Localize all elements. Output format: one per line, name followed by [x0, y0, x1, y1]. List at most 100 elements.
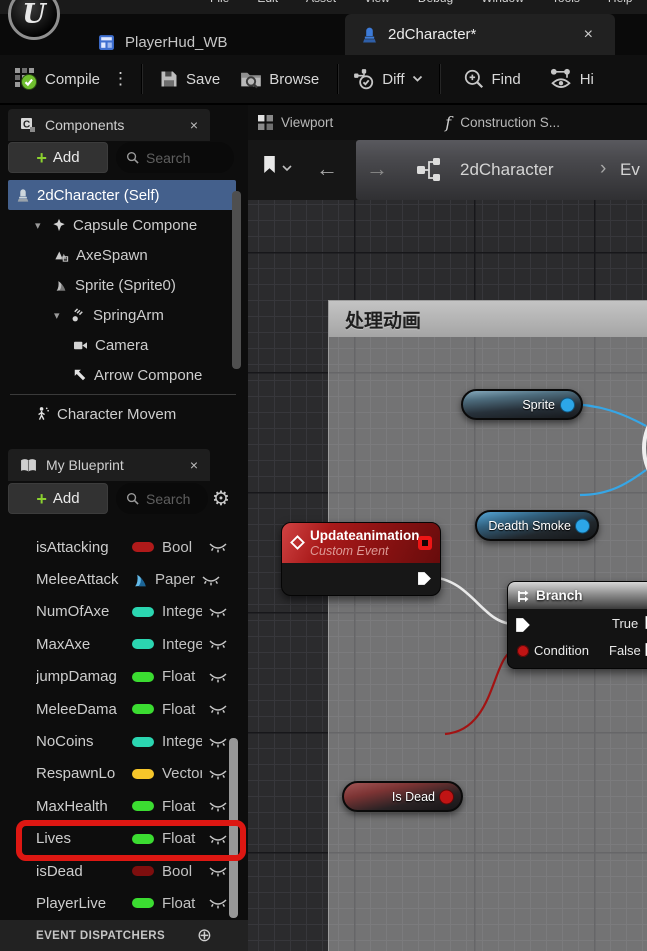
- eye-closed-icon[interactable]: [208, 799, 228, 813]
- gear-icon[interactable]: ⚙: [212, 486, 230, 511]
- variable-row[interactable]: MeleeAttackPaper F: [8, 563, 236, 595]
- variable-name: MaxHealth: [36, 798, 132, 815]
- node-updateanimation-event[interactable]: Updateanimation Custom Event: [281, 522, 441, 596]
- back-arrow-icon[interactable]: ←: [316, 156, 338, 182]
- eye-closed-icon[interactable]: [208, 540, 228, 554]
- blueprint-graph-canvas[interactable]: 处理动画 Sprite Deadth Smoke Updateanimation: [248, 200, 647, 951]
- comment-title[interactable]: 处理动画: [329, 301, 647, 337]
- menu-item-view[interactable]: View: [364, 0, 390, 5]
- add-event-dispatcher-icon[interactable]: ⊕: [197, 925, 212, 946]
- bookmark-chevron-icon[interactable]: [282, 165, 292, 172]
- menu-item-asset[interactable]: Asset: [306, 0, 336, 5]
- tab-2dcharacter[interactable]: 2dCharacter* ×: [345, 14, 615, 55]
- branch-title: Branch: [536, 588, 583, 603]
- save-button[interactable]: Save: [159, 62, 220, 96]
- menu-bar: File Edit Asset View Debug Window Tools Help: [0, 0, 647, 14]
- variable-row[interactable]: NoCoinsInteger: [8, 725, 236, 757]
- eye-closed-icon[interactable]: [208, 864, 228, 878]
- variable-type-label: Integer: [162, 603, 202, 620]
- event-subtitle: Custom Event: [310, 544, 432, 559]
- is-dead-output-pin[interactable]: [440, 790, 453, 803]
- find-button[interactable]: Find: [463, 62, 521, 96]
- branch-exec-input-pin[interactable]: [514, 617, 532, 633]
- component-tree-item[interactable]: AxeSpawn: [8, 240, 236, 270]
- component-tree-item[interactable]: 2dCharacter (Self): [8, 180, 236, 210]
- component-tree-item[interactable]: Arrow Compone: [8, 360, 236, 390]
- menu-item-file[interactable]: File: [210, 0, 229, 5]
- components-panel-tab[interactable]: C Components ×: [8, 109, 210, 141]
- variable-row[interactable]: MaxAxeInteger: [8, 628, 236, 660]
- variable-row[interactable]: NumOfAxeInteger: [8, 596, 236, 628]
- my-blueprint-panel-tab[interactable]: My Blueprint ×: [8, 449, 210, 481]
- components-scrollbar[interactable]: [232, 191, 241, 369]
- sprite-output-pin[interactable]: [561, 398, 574, 411]
- variable-type-pill: [132, 866, 154, 876]
- breadcrumb-root[interactable]: 2dCharacter: [460, 160, 554, 180]
- event-dispatchers-label: EVENT DISPATCHERS: [36, 930, 165, 942]
- tab-construction-script[interactable]: f Construction S...: [445, 106, 560, 140]
- compile-button[interactable]: Compile: [14, 62, 100, 96]
- menu-item-debug[interactable]: Debug: [418, 0, 453, 5]
- branch-true-label: True: [612, 616, 638, 631]
- search-placeholder: Search: [146, 491, 190, 507]
- tab-playerhud-wb[interactable]: PlayerHud_WB: [98, 34, 228, 51]
- component-tree-item[interactable]: Camera: [8, 330, 236, 360]
- component-tree-item[interactable]: Sprite (Sprite0): [8, 270, 236, 300]
- components-add-button[interactable]: + Add: [8, 142, 108, 173]
- diff-button[interactable]: Diff: [353, 62, 422, 96]
- components-search-input[interactable]: Search: [116, 142, 234, 173]
- deadth-smoke-output-pin[interactable]: [576, 519, 589, 532]
- arrow-icon: [73, 368, 87, 382]
- close-icon[interactable]: ×: [190, 457, 198, 473]
- hide-unrelated-label: Hi: [580, 71, 594, 88]
- exec-output-pin[interactable]: [416, 571, 433, 586]
- eye-closed-icon[interactable]: [208, 767, 228, 781]
- eye-closed-icon[interactable]: [208, 896, 228, 910]
- menu-item-window[interactable]: Window: [481, 0, 524, 5]
- expander-arrow-icon[interactable]: ▾: [54, 309, 64, 322]
- variable-row[interactable]: MaxHealthFloat: [8, 790, 236, 822]
- node-branch[interactable]: Branch Condition True False: [507, 581, 647, 669]
- component-label: 2dCharacter (Self): [37, 187, 160, 204]
- event-delegate-pin[interactable]: [418, 536, 432, 550]
- compile-options-kebab-icon[interactable]: ⋮: [112, 69, 129, 89]
- expander-arrow-icon[interactable]: ▾: [35, 219, 45, 232]
- close-icon[interactable]: ×: [190, 117, 198, 133]
- tab-viewport[interactable]: Viewport: [258, 106, 333, 140]
- hide-unrelated-button[interactable]: Hi: [549, 62, 594, 96]
- eye-closed-icon[interactable]: [201, 573, 221, 587]
- event-dispatchers-section[interactable]: EVENT DISPATCHERS ⊕: [0, 920, 248, 951]
- menu-item-tools[interactable]: Tools: [552, 0, 580, 5]
- component-tree-item[interactable]: ▾Capsule Compone: [8, 210, 236, 240]
- node-label: Deadth Smoke: [488, 519, 571, 533]
- branch-false-label: False: [609, 643, 641, 658]
- branch-condition-pin[interactable]: [517, 645, 529, 657]
- node-is-dead-getter[interactable]: Is Dead: [342, 781, 463, 812]
- breadcrumb-leaf[interactable]: Ev: [620, 160, 640, 180]
- main-toolbar: Compile ⋮ Save Browse Diff: [0, 55, 647, 105]
- my-blueprint-search-input[interactable]: Search: [116, 483, 208, 514]
- close-icon[interactable]: ×: [584, 26, 593, 44]
- chevron-down-icon: [412, 75, 423, 83]
- variable-type-pill: [132, 607, 154, 617]
- variable-row[interactable]: RespawnLoVector: [8, 758, 236, 790]
- eye-closed-icon[interactable]: [208, 670, 228, 684]
- variable-row[interactable]: PlayerLiveFloat: [8, 887, 236, 919]
- component-tree-item[interactable]: Character Movem: [8, 399, 236, 429]
- node-sprite-getter[interactable]: Sprite: [461, 389, 583, 420]
- menu-item-edit[interactable]: Edit: [257, 0, 278, 5]
- bookmark-icon[interactable]: [262, 155, 277, 174]
- eye-closed-icon[interactable]: [208, 605, 228, 619]
- variable-row[interactable]: jumpDamagFloat: [8, 661, 236, 693]
- my-blueprint-add-button[interactable]: + Add: [8, 483, 108, 514]
- eye-closed-icon[interactable]: [208, 637, 228, 651]
- eye-closed-icon[interactable]: [208, 702, 228, 716]
- menu-item-help[interactable]: Help: [608, 0, 633, 5]
- variable-row[interactable]: isAttackingBool: [8, 531, 236, 563]
- eye-closed-icon[interactable]: [208, 735, 228, 749]
- forward-arrow-icon[interactable]: →: [366, 156, 388, 182]
- variable-row[interactable]: MeleeDamaFloat: [8, 693, 236, 725]
- component-tree-item[interactable]: ▾SpringArm: [8, 300, 236, 330]
- browse-button[interactable]: Browse: [240, 62, 319, 96]
- node-deadth-smoke-getter[interactable]: Deadth Smoke: [475, 510, 599, 541]
